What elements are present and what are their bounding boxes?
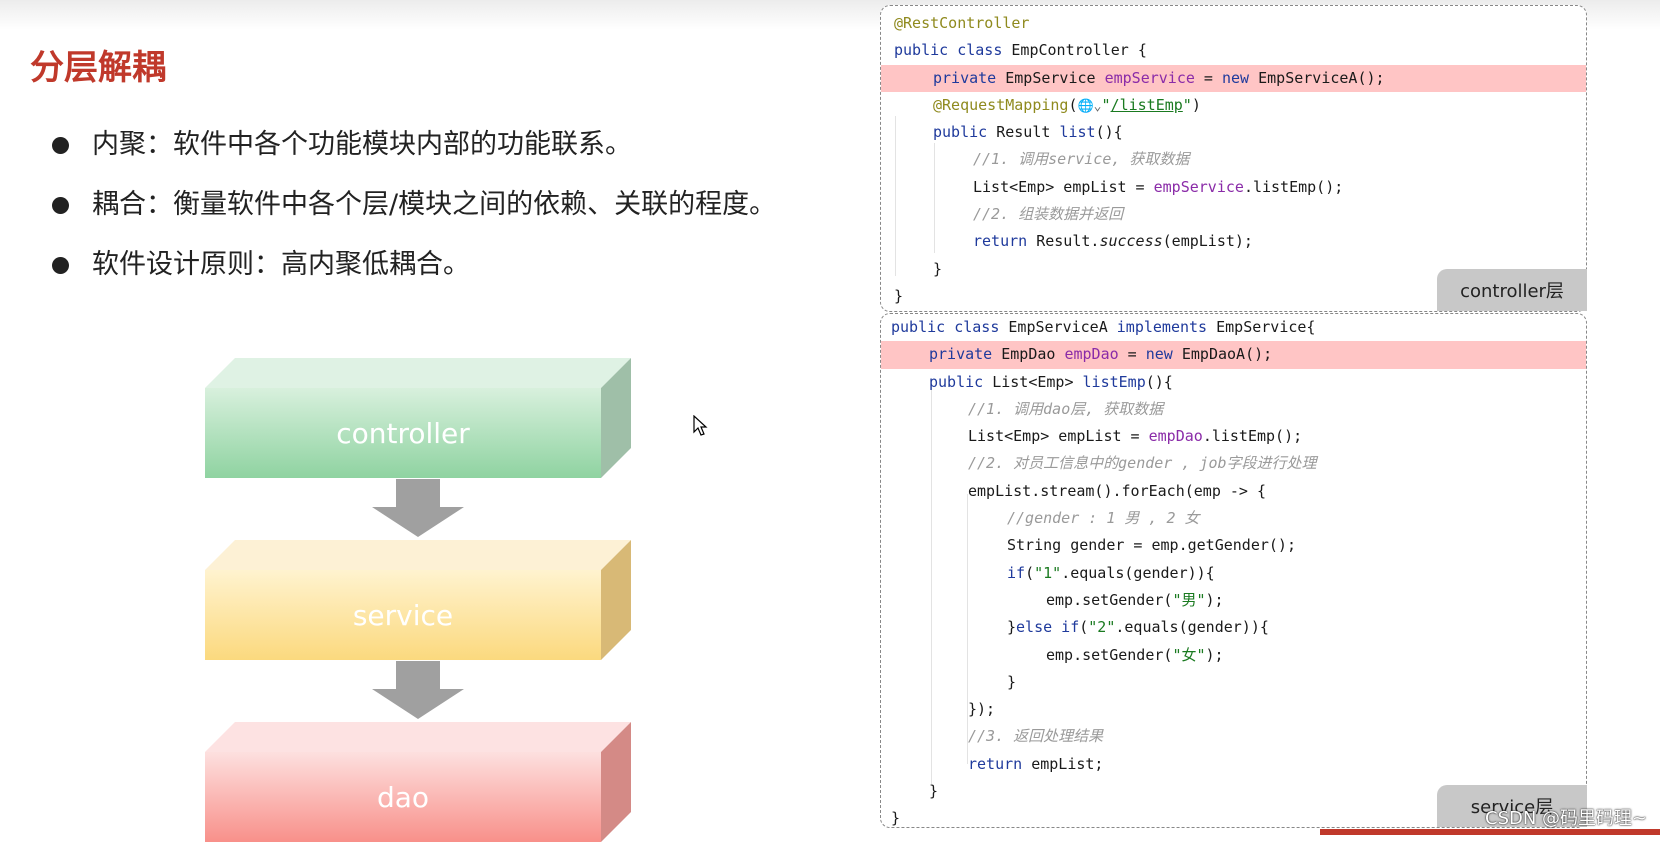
code-line-highlighted: private EmpService empService = new EmpS… — [881, 64, 1586, 92]
globe-icon: 🌐⌄ — [1077, 98, 1102, 114]
code-comment: //3. 返回处理结果 — [968, 727, 1104, 746]
block-label: dao — [205, 752, 601, 842]
bullet-dot-icon — [52, 137, 69, 154]
bullet-text: 耦合：衡量软件中各个层/模块之间的依赖、关联的程度。 — [92, 189, 777, 220]
bullet-text: 内聚：软件中各个功能模块内部的功能联系。 — [92, 129, 632, 160]
bullet-item: 耦合：衡量软件中各个层/模块之间的依赖、关联的程度。 — [50, 190, 776, 250]
bullet-dot-icon — [52, 257, 69, 274]
code-comment: //1. 调用dao层, 获取数据 — [968, 399, 1164, 418]
bullet-list: 内聚：软件中各个功能模块内部的功能联系。 耦合：衡量软件中各个层/模块之间的依赖… — [50, 130, 776, 310]
code-line: String gender = emp.getGender(); — [1007, 536, 1296, 555]
down-arrow-icon — [372, 661, 464, 721]
bullet-item: 内聚：软件中各个功能模块内部的功能联系。 — [50, 130, 776, 190]
code-line: } — [1007, 672, 1017, 691]
code-line: emp.setGender("女"); — [1046, 645, 1224, 664]
code-line: if("1".equals(gender)){ — [1007, 563, 1215, 582]
code-line: return empList; — [968, 754, 1104, 773]
code-line: }); — [968, 700, 996, 719]
bottom-accent-bar — [1320, 829, 1660, 835]
block-top-face — [205, 358, 631, 388]
block-label: service — [205, 570, 601, 660]
controller-layer-tab: controller层 — [1437, 269, 1587, 311]
code-line: public Result list(){ — [933, 123, 1123, 142]
mapping-link[interactable]: /listEmp — [1111, 96, 1183, 114]
watermark: CSDN @码里码理~ — [1485, 808, 1648, 829]
controller-code-panel: @RestController public class EmpControll… — [880, 5, 1587, 312]
controller-layer-block: controller — [205, 358, 631, 478]
service-code-panel: public class EmpServiceA implements EmpS… — [880, 313, 1587, 828]
code-line: empList.stream().forEach(emp -> { — [968, 481, 1267, 500]
code-line: public class EmpServiceA implements EmpS… — [891, 318, 1316, 336]
bullet-dot-icon — [52, 197, 69, 214]
dao-layer-block: dao — [205, 722, 631, 842]
bullet-text: 软件设计原则：高内聚低耦合。 — [92, 249, 470, 280]
code-comment: //2. 组装数据并返回 — [973, 205, 1124, 224]
bullet-item: 软件设计原则：高内聚低耦合。 — [50, 250, 776, 310]
code-line-highlighted: private EmpDao empDao = new EmpDaoA(); — [881, 341, 1586, 369]
service-layer-block: service — [205, 540, 631, 660]
code-comment: //2. 对员工信息中的gender , job字段进行处理 — [968, 454, 1317, 473]
code-line: public class EmpController { — [894, 41, 1147, 60]
code-line: @RequestMapping(🌐⌄"/listEmp") — [933, 95, 1201, 114]
code-line: return Result.success(empList); — [973, 232, 1253, 251]
slide-title: 分层解耦 — [30, 48, 166, 88]
code-block: public class EmpServiceA implements EmpS… — [881, 314, 1586, 833]
code-line: @RestController — [894, 14, 1030, 32]
code-line: List<Emp> empList = empService.listEmp()… — [973, 177, 1344, 196]
code-line: }else if("2".equals(gender)){ — [1007, 618, 1269, 637]
code-comment: //1. 调用service, 获取数据 — [973, 150, 1190, 169]
down-arrow-icon — [372, 479, 464, 539]
code-line: emp.setGender("男"); — [1046, 590, 1224, 609]
code-comment: //gender : 1 男 , 2 女 — [1007, 509, 1200, 528]
code-block: @RestController public class EmpControll… — [881, 10, 1586, 310]
code-line: List<Emp> empList = empDao.listEmp(); — [968, 427, 1303, 446]
block-top-face — [205, 540, 631, 570]
block-top-face — [205, 722, 631, 752]
mouse-cursor-icon — [693, 415, 708, 436]
block-label: controller — [205, 388, 601, 478]
code-line: public List<Emp> listEmp(){ — [929, 372, 1173, 391]
